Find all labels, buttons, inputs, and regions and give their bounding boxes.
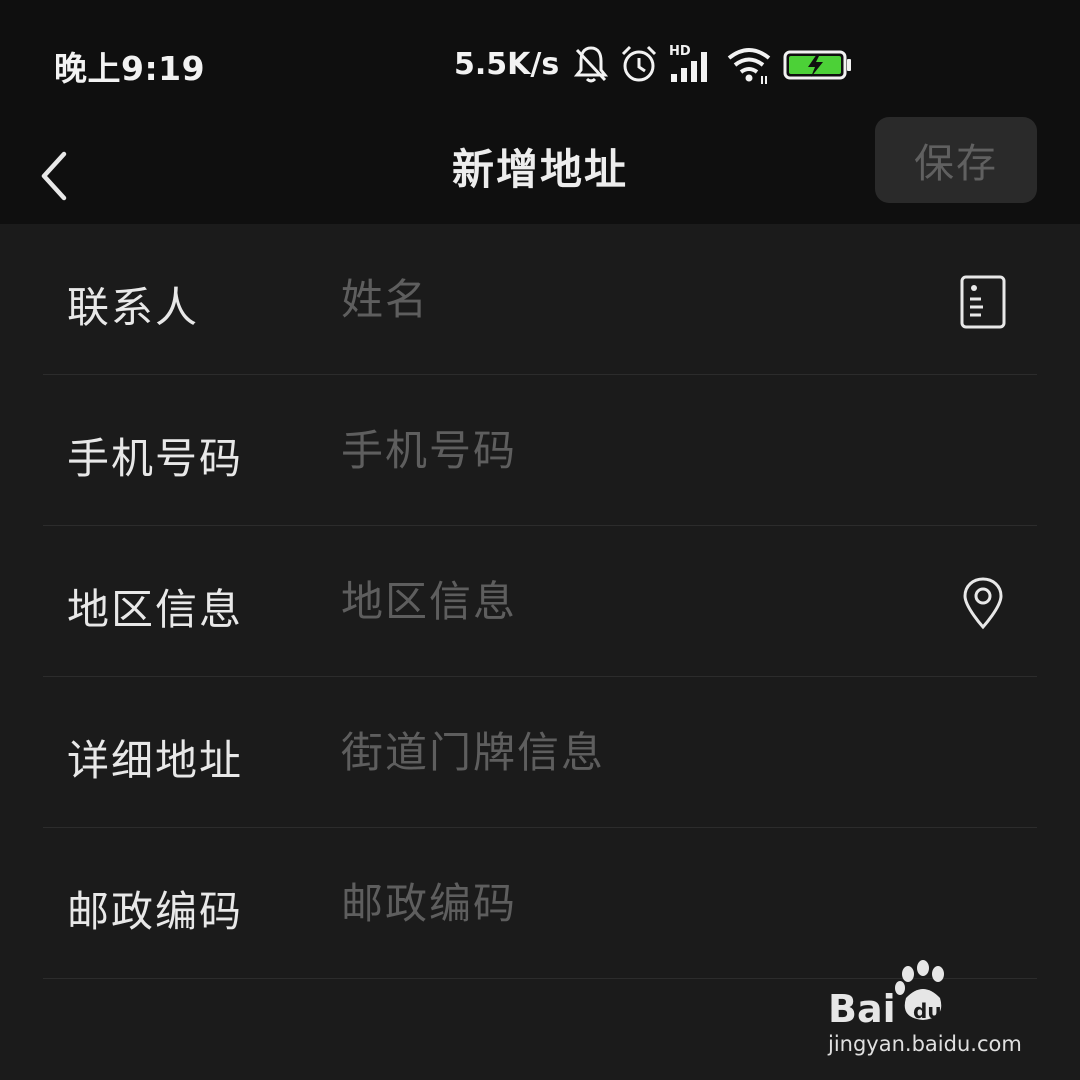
region-input[interactable] — [341, 566, 901, 636]
svg-text:HD: HD — [669, 44, 691, 59]
baidu-watermark: Bai du jingyan.baidu.com — [828, 960, 1028, 1060]
contact-card-icon[interactable] — [957, 273, 1009, 329]
network-speed: 5.5K/s — [454, 46, 560, 82]
baidu-logo-icon: Bai du — [828, 960, 944, 1031]
street-label: 详细地址 — [67, 736, 244, 785]
svg-text:du: du — [913, 999, 942, 1023]
phone-input[interactable] — [341, 415, 901, 485]
phone-label: 手机号码 — [67, 434, 244, 483]
alarm-icon — [622, 45, 657, 82]
status-icons: 5.5K/s HD — [454, 38, 853, 90]
contact-row: 联系人 — [43, 224, 1037, 375]
location-pin-icon[interactable] — [957, 575, 1009, 631]
region-label: 地区信息 — [67, 585, 244, 634]
phone-row: 手机号码 — [43, 375, 1037, 526]
address-form: 联系人 手机号码 地区信息 详细地址 邮政编码 — [0, 224, 1080, 979]
street-row: 详细地址 — [43, 677, 1037, 828]
title-bar: 新增地址 保存 — [0, 112, 1080, 224]
watermark-url: jingyan.baidu.com — [828, 1032, 1022, 1056]
status-time: 晚上9:19 — [54, 49, 206, 88]
postal-label: 邮政编码 — [67, 887, 244, 936]
hd-signal-icon: HD — [669, 44, 708, 82]
region-row: 地区信息 — [43, 526, 1037, 677]
save-button[interactable]: 保存 — [875, 117, 1037, 203]
battery-charging-icon — [783, 50, 852, 80]
street-input[interactable] — [341, 717, 901, 787]
status-bar: 晚上9:19 5.5K/s HD — [0, 0, 1080, 112]
mute-bell-icon — [574, 46, 609, 83]
name-input[interactable] — [341, 264, 901, 334]
svg-text:Bai: Bai — [828, 987, 896, 1030]
postal-row: 邮政编码 — [43, 828, 1037, 979]
contact-label: 联系人 — [67, 283, 200, 332]
postal-input[interactable] — [341, 868, 901, 938]
wifi-icon — [727, 48, 771, 84]
